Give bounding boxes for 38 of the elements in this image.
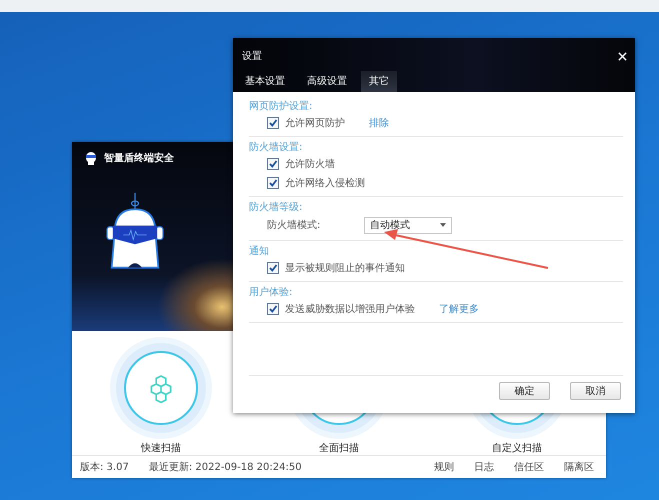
link[interactable]: 排除 bbox=[369, 116, 389, 130]
scan-label: 全面扫描 bbox=[319, 442, 359, 456]
caret-icon bbox=[440, 223, 446, 227]
checkbox[interactable] bbox=[267, 158, 279, 170]
checkbox-label: 允许网页防护 bbox=[285, 116, 345, 130]
dropdown-label: 防火墙模式: bbox=[267, 218, 322, 232]
section-title: 网页防护设置: bbox=[249, 100, 314, 113]
section-title: 用户体验: bbox=[249, 286, 294, 299]
checkbox[interactable] bbox=[267, 176, 279, 188]
close-icon[interactable] bbox=[618, 52, 627, 60]
settings-tab[interactable]: 基本设置 bbox=[237, 71, 293, 92]
status-link[interactable]: 日志 bbox=[474, 460, 494, 474]
settings-tab[interactable]: 高级设置 bbox=[299, 71, 355, 92]
mode-dropdown[interactable]: 自动模式 bbox=[364, 216, 452, 234]
dialog-button[interactable]: 取消 bbox=[570, 382, 621, 400]
status-link[interactable]: 规则 bbox=[434, 460, 454, 474]
dialog-title: 设置 bbox=[242, 50, 262, 63]
checkbox-label: 允许防火墙 bbox=[285, 158, 335, 170]
checkbox[interactable] bbox=[267, 116, 279, 128]
checkbox[interactable] bbox=[267, 262, 279, 274]
checkbox-label: 允许网络入侵检测 bbox=[285, 176, 365, 190]
dialog-button[interactable]: 确定 bbox=[499, 382, 550, 400]
app-title: 智量盾终端安全 bbox=[104, 151, 174, 165]
version-text: 版本: 3.07 bbox=[80, 460, 129, 474]
settings-tab[interactable]: 其它 bbox=[361, 71, 397, 92]
scan-label: 自定义扫描 bbox=[492, 442, 542, 456]
robot-logo-icon bbox=[84, 150, 98, 166]
status-link[interactable]: 隔离区 bbox=[564, 460, 594, 474]
link[interactable]: 了解更多 bbox=[439, 302, 479, 316]
section-title: 通知 bbox=[249, 244, 270, 258]
scan-label: 快速扫描 bbox=[141, 442, 181, 456]
section-title: 防火墙设置: bbox=[249, 140, 304, 154]
checkbox-label: 显示被规则阻止的事件通知 bbox=[285, 262, 405, 274]
last-update-text: 最近更新: 2022-09-18 20:24:50 bbox=[148, 460, 302, 474]
section-title: 防火墙等级: bbox=[249, 200, 304, 214]
checkbox-label: 发送威胁数据以增强用户体验 bbox=[285, 302, 415, 316]
status-link[interactable]: 信任区 bbox=[514, 460, 544, 474]
checkbox[interactable] bbox=[267, 302, 279, 314]
